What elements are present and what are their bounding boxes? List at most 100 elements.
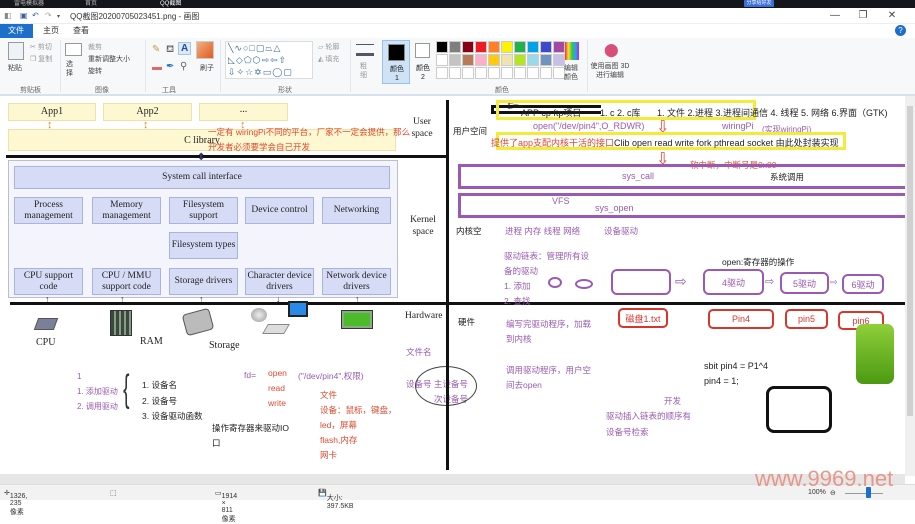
file-type-4: 网卡 bbox=[320, 450, 338, 460]
palette-swatch[interactable] bbox=[462, 54, 474, 66]
resize-button[interactable]: 重新调整大小 bbox=[88, 54, 130, 64]
color2-button[interactable]: 颜色 2 bbox=[411, 40, 437, 84]
palette-swatch[interactable] bbox=[488, 54, 500, 66]
vertical-scrollbar[interactable] bbox=[905, 96, 915, 476]
palette-swatch[interactable] bbox=[488, 67, 500, 79]
brushes-icon[interactable] bbox=[196, 41, 214, 59]
select-icon[interactable] bbox=[65, 43, 82, 56]
palette-swatch[interactable] bbox=[527, 67, 539, 79]
color2-swatch bbox=[415, 43, 430, 58]
browser-tab[interactable]: 首页 bbox=[85, 0, 97, 8]
tab-home[interactable]: 主页 bbox=[35, 24, 67, 38]
text-icon[interactable]: A bbox=[178, 42, 192, 55]
tab-view[interactable]: 查看 bbox=[65, 24, 97, 38]
clib-black-note: Clib open read write fork pthread socket… bbox=[614, 138, 839, 148]
drawing-canvas[interactable]: App1 App2 ... C library ↕ ↕ ↕ 一定有 wiring… bbox=[0, 96, 914, 476]
palette-swatch[interactable] bbox=[540, 41, 552, 53]
storage-icon bbox=[181, 307, 215, 337]
fill-icon[interactable]: ⛾ bbox=[166, 44, 174, 57]
palette-swatch[interactable] bbox=[514, 41, 526, 53]
filesystem-types-box: Filesystem types bbox=[169, 232, 238, 259]
title-bar: ◧ ▣ ↶ ↷ ▾ QQ截图20200705023451.png - 画图 — … bbox=[0, 8, 915, 24]
separator bbox=[60, 40, 61, 92]
redo-icon[interactable]: ↷ bbox=[45, 11, 52, 20]
palette-swatch[interactable] bbox=[501, 54, 513, 66]
character-device-drivers-box: Character device drivers bbox=[245, 268, 314, 295]
cursor-position: ✛ 1326, 235像素 bbox=[4, 490, 28, 516]
edit-colors-icon[interactable] bbox=[565, 42, 579, 60]
crop-button[interactable]: 裁剪 bbox=[88, 42, 102, 52]
cpu-label: CPU bbox=[36, 337, 56, 348]
color-picker-icon[interactable]: ✒ bbox=[166, 61, 174, 72]
close-button[interactable]: ✕ bbox=[882, 10, 902, 21]
palette-swatch[interactable] bbox=[514, 54, 526, 66]
browser-tab-active[interactable]: QQ截图 bbox=[160, 0, 181, 8]
paint3d-icon[interactable]: ⬤ bbox=[604, 42, 619, 58]
palette-swatch[interactable] bbox=[475, 54, 487, 66]
driver-list-1: 备的驱动 bbox=[504, 266, 539, 276]
palette-swatch[interactable] bbox=[514, 67, 526, 79]
hw-note-1: 到内核 bbox=[506, 334, 532, 344]
scrollbar-thumb[interactable] bbox=[907, 106, 913, 416]
share-button[interactable]: 分享给好友 bbox=[744, 0, 774, 7]
palette-swatch[interactable] bbox=[449, 41, 461, 53]
shapes-gallery[interactable]: ╲∿○□▢⏢△ ◺◇⬠⬡⇨⇦⇧ ⇩✧☆✡▭◯▢ bbox=[225, 41, 313, 79]
palette-swatch[interactable] bbox=[462, 67, 474, 79]
zoom-slider[interactable] bbox=[845, 493, 883, 494]
undo-icon[interactable]: ↶ bbox=[32, 11, 39, 20]
maximize-button[interactable]: ❐ bbox=[853, 10, 873, 21]
call-read: read bbox=[268, 383, 286, 393]
magnifier-icon[interactable]: ⚲ bbox=[180, 61, 187, 72]
size-icon[interactable] bbox=[356, 44, 374, 56]
floating-widget-icon[interactable] bbox=[856, 324, 894, 384]
edit-colors-button[interactable]: 编辑颜色 bbox=[564, 64, 580, 82]
palette-swatch[interactable] bbox=[462, 41, 474, 53]
palette-swatch[interactable] bbox=[501, 41, 513, 53]
paint3d-button[interactable]: 使用画图 3D 进行编辑 bbox=[590, 62, 630, 80]
size-button[interactable]: 粗细 bbox=[360, 62, 368, 80]
arrow-icon: ↑ bbox=[45, 294, 50, 304]
palette-swatch[interactable] bbox=[449, 54, 461, 66]
driver-node-6: 6驱动 bbox=[842, 274, 884, 294]
cut-button[interactable]: ✂ 剪切 bbox=[30, 42, 52, 52]
ram-icon bbox=[110, 310, 132, 336]
browser-tab[interactable]: 雷电模拟器 bbox=[14, 0, 44, 8]
palette-swatch[interactable] bbox=[475, 67, 487, 79]
file-type-2: led，屏幕 bbox=[320, 420, 357, 430]
copy-button[interactable]: ❐ 复制 bbox=[30, 54, 52, 64]
pencil-icon[interactable]: ✎ bbox=[152, 44, 160, 55]
monitor-icon bbox=[288, 301, 308, 317]
outline-button[interactable]: ▱ 轮廓 bbox=[318, 42, 339, 52]
palette-swatch[interactable] bbox=[436, 67, 448, 79]
palette-swatch[interactable] bbox=[553, 41, 565, 53]
select-button[interactable]: 选择 bbox=[66, 60, 76, 78]
minimize-button[interactable]: — bbox=[825, 10, 845, 21]
brushes-button[interactable]: 刷子 bbox=[200, 63, 214, 73]
palette-swatch[interactable] bbox=[540, 54, 552, 66]
paste-icon[interactable] bbox=[8, 42, 24, 60]
rotate-button[interactable]: 旋转 bbox=[88, 66, 102, 76]
save-icon[interactable]: ▣ bbox=[20, 11, 28, 20]
color1-button[interactable]: 颜色 1 bbox=[382, 40, 410, 84]
palette-swatch[interactable] bbox=[436, 41, 448, 53]
paste-button[interactable]: 粘贴 bbox=[8, 63, 22, 73]
tab-file[interactable]: 文件 bbox=[0, 24, 33, 38]
help-icon[interactable]: ? bbox=[895, 25, 906, 36]
palette-swatch[interactable] bbox=[475, 41, 487, 53]
eraser-icon[interactable]: ▬ bbox=[152, 62, 162, 73]
arrow-icon: ↕ bbox=[47, 119, 53, 131]
palette-swatch[interactable] bbox=[527, 41, 539, 53]
palette-swatch[interactable] bbox=[449, 67, 461, 79]
file-type-3: flash,内存 bbox=[320, 435, 358, 445]
fill-button[interactable]: ◭ 填充 bbox=[318, 54, 339, 64]
open-call: open("/dev/pin4",O_RDWR) bbox=[533, 121, 645, 131]
palette-swatch[interactable] bbox=[501, 67, 513, 79]
topics-line: 1. 文件 2.进程 3.进程间通信 4. 线程 5. 网络 6.界面（GTK) bbox=[657, 108, 888, 118]
palette-swatch[interactable] bbox=[540, 67, 552, 79]
storage-label: Storage bbox=[209, 340, 240, 351]
network-device-drivers-box: Network device drivers bbox=[322, 268, 391, 295]
palette-swatch[interactable] bbox=[436, 54, 448, 66]
palette-swatch[interactable] bbox=[527, 54, 539, 66]
palette-swatch[interactable] bbox=[488, 41, 500, 53]
customize-dropdown-icon[interactable]: ▾ bbox=[57, 13, 60, 20]
